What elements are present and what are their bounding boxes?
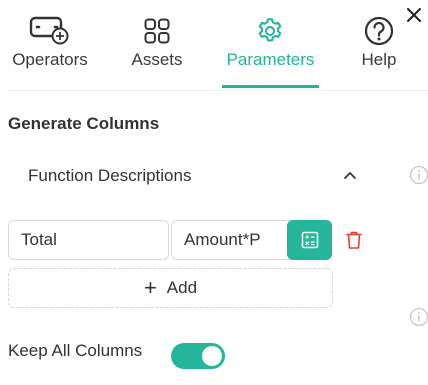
column-name-input[interactable]: Total xyxy=(8,220,169,260)
add-column-button[interactable]: + Add xyxy=(8,268,333,308)
tab-bar: Operators Assets Parameters Help xyxy=(0,0,428,90)
keep-all-columns-label: Keep All Columns xyxy=(8,341,143,360)
add-label: Add xyxy=(166,278,198,297)
tab-help[interactable]: Help xyxy=(356,0,402,90)
tab-parameters[interactable]: Parameters xyxy=(222,0,319,90)
expression-editor-button[interactable] xyxy=(287,220,332,260)
active-tab-indicator xyxy=(222,85,319,88)
gear-icon xyxy=(253,14,287,48)
function-descriptions-label: Function Descriptions xyxy=(28,166,192,185)
toggle-knob xyxy=(202,346,222,366)
function-descriptions-header[interactable]: Function Descriptions xyxy=(8,156,420,194)
calculator-icon xyxy=(301,231,318,249)
info-icon[interactable] xyxy=(409,165,428,185)
divider xyxy=(8,90,428,91)
delete-icon[interactable] xyxy=(345,230,363,250)
chevron-up-icon[interactable] xyxy=(342,168,358,182)
help-icon xyxy=(362,14,396,48)
tab-assets-label: Assets xyxy=(131,50,183,69)
tab-help-label: Help xyxy=(361,50,397,69)
info-icon-keep-columns[interactable] xyxy=(409,307,428,327)
tab-operators[interactable]: Operators xyxy=(6,0,94,90)
grid-icon xyxy=(142,14,172,48)
tab-parameters-label: Parameters xyxy=(226,50,315,69)
tab-assets[interactable]: Assets xyxy=(124,0,190,90)
plus-icon: + xyxy=(143,275,157,300)
column-expression-input[interactable]: Amount*P xyxy=(171,220,295,260)
tab-operators-label: Operators xyxy=(12,50,88,69)
keep-all-columns-toggle[interactable] xyxy=(171,343,225,369)
section-title: Generate Columns xyxy=(8,114,160,133)
operators-icon xyxy=(28,14,72,48)
